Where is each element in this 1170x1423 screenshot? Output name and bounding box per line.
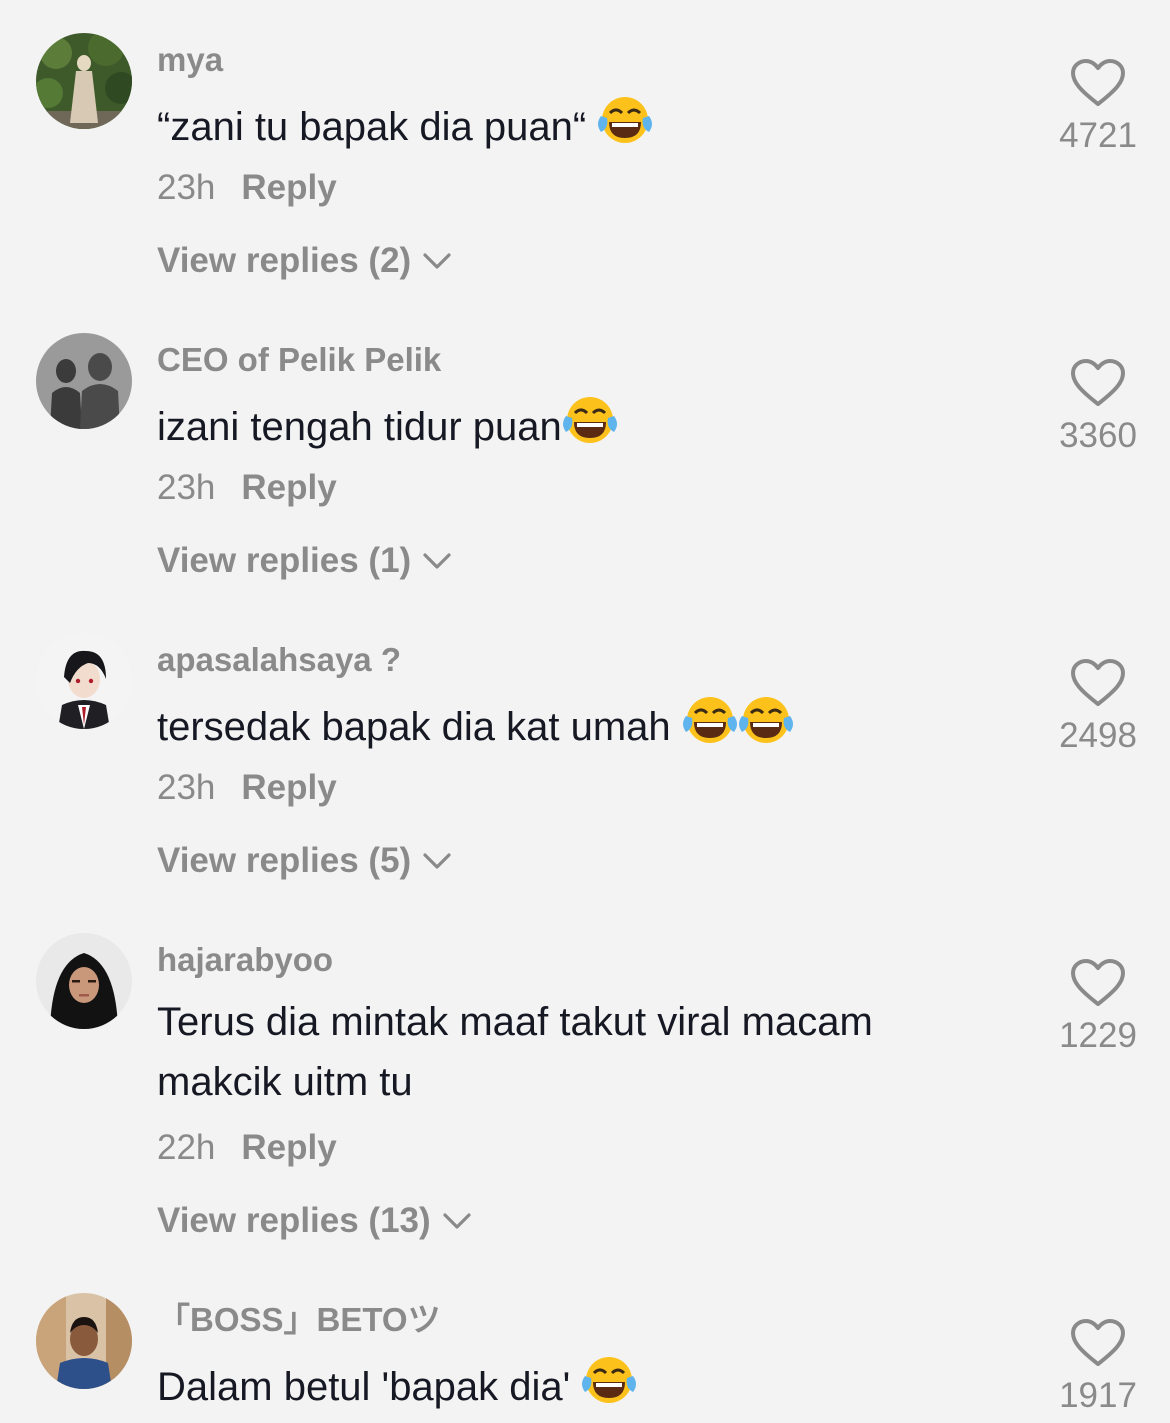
like-button[interactable]: 3360 (1040, 358, 1156, 458)
view-replies-button[interactable]: View replies (1) (157, 539, 453, 583)
avatar-photo-icon (36, 33, 132, 129)
comment-text-line: Terus dia mintak maaf takut viral macam (157, 1000, 873, 1044)
comment-username[interactable]: hajarabyoo (157, 940, 333, 980)
comment-time: 23h (157, 168, 216, 207)
comment-text: tersedak bapak dia kat umah (157, 694, 794, 763)
comment-meta: 23h Reply (157, 766, 337, 810)
avatar-photo-icon (36, 1293, 132, 1389)
heart-outline-icon (1071, 659, 1125, 706)
heart-outline-icon (1071, 1319, 1125, 1366)
comment-meta: 23h Reply (157, 166, 337, 210)
tears-of-joy-emoji-icon (581, 1354, 637, 1423)
comment-username[interactable]: apasalahsaya ? (157, 640, 401, 680)
comment-text-content: Dalam betul 'bapak dia' (157, 1365, 571, 1409)
avatar[interactable] (36, 633, 132, 729)
like-button[interactable]: 1917 (1040, 1318, 1156, 1418)
heart-outline-icon (1071, 959, 1125, 1006)
avatar[interactable] (36, 333, 132, 429)
chevron-down-icon (423, 253, 451, 269)
tears-of-joy-emoji-icon (597, 94, 653, 163)
like-count: 3360 (1059, 416, 1137, 455)
avatar-photo-icon (36, 933, 132, 1029)
view-replies-button[interactable]: View replies (13) (157, 1199, 473, 1243)
comment-meta: 23h Reply (157, 466, 337, 510)
comment-username[interactable]: 「BOSS」BETOツ (157, 1300, 441, 1340)
comment-meta: 22h Reply (157, 1126, 337, 1170)
view-replies-button[interactable]: View replies (2) (157, 239, 453, 283)
reply-button[interactable]: Reply (241, 768, 336, 807)
view-replies-button[interactable]: View replies (5) (157, 839, 453, 883)
reply-button[interactable]: Reply (241, 168, 336, 207)
comment-time: 22h (157, 1128, 216, 1167)
avatar[interactable] (36, 33, 132, 129)
like-button[interactable]: 1229 (1040, 958, 1156, 1058)
comment-time: 23h (157, 468, 216, 507)
comment-text: izani tengah tidur puan (157, 394, 618, 463)
comment-text-content: tersedak bapak dia kat umah (157, 705, 671, 749)
view-replies-label: View replies (1) (157, 541, 412, 580)
chevron-down-icon (423, 853, 451, 869)
comment-text: “zani tu bapak dia puan“ (157, 94, 653, 163)
comment-username[interactable]: CEO of Pelik Pelik (157, 340, 441, 380)
avatar-anime-icon (36, 633, 132, 729)
chevron-down-icon (423, 553, 451, 569)
tears-of-joy-emoji-icon (738, 694, 794, 763)
like-count: 1917 (1059, 1376, 1137, 1415)
like-count: 4721 (1059, 116, 1137, 155)
like-count: 1229 (1059, 1016, 1137, 1055)
comment-username[interactable]: mya (157, 40, 223, 80)
heart-outline-icon (1071, 59, 1125, 106)
like-button[interactable]: 4721 (1040, 58, 1156, 158)
reply-button[interactable]: Reply (241, 468, 336, 507)
tears-of-joy-emoji-icon (682, 694, 738, 763)
heart-outline-icon (1071, 359, 1125, 406)
view-replies-label: View replies (2) (157, 241, 412, 280)
view-replies-label: View replies (5) (157, 841, 412, 880)
like-button[interactable]: 2498 (1040, 658, 1156, 758)
comment-text: Terus dia mintak maaf takut viral macam … (157, 992, 873, 1112)
comment-text-content: “zani tu bapak dia puan“ (157, 105, 587, 149)
comment-time: 23h (157, 768, 216, 807)
like-count: 2498 (1059, 716, 1137, 755)
avatar[interactable] (36, 933, 132, 1029)
avatar-photo-icon (36, 333, 132, 429)
view-replies-label: View replies (13) (157, 1201, 431, 1240)
comment-text: Dalam betul 'bapak dia' (157, 1354, 637, 1423)
comment-text-content: izani tengah tidur puan (157, 405, 562, 449)
comment-text-line: makcik uitm tu (157, 1060, 413, 1104)
reply-button[interactable]: Reply (241, 1128, 336, 1167)
avatar[interactable] (36, 1293, 132, 1389)
chevron-down-icon (443, 1213, 471, 1229)
tears-of-joy-emoji-icon (562, 394, 618, 463)
